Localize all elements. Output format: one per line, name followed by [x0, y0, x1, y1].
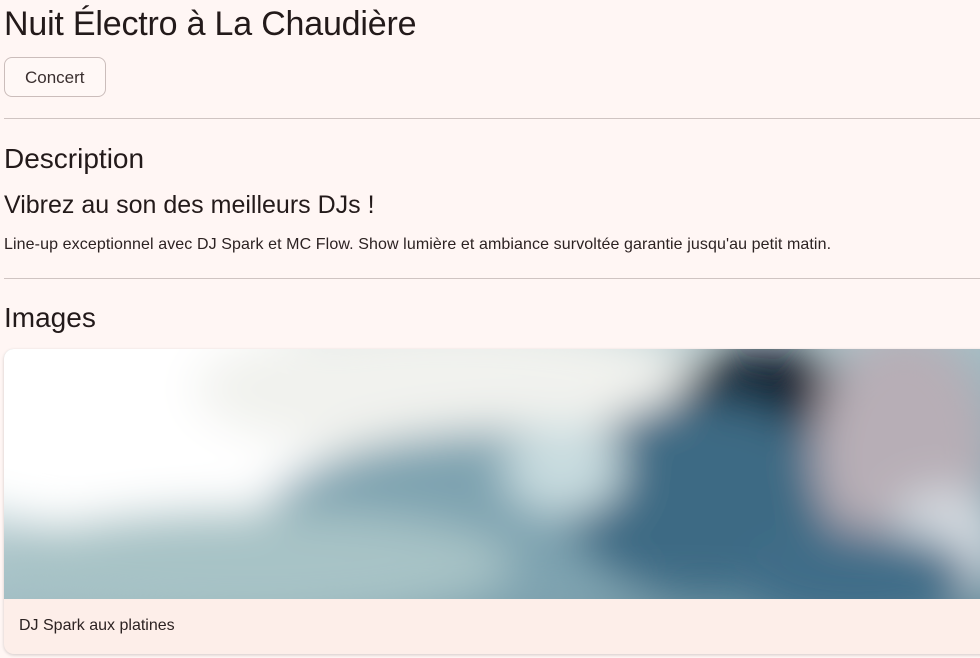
- image-caption: DJ Spark aux platines: [19, 617, 175, 634]
- blurred-photo-graphic: [4, 349, 980, 599]
- description-body: Line-up exceptionnel avec DJ Spark et MC…: [4, 236, 832, 253]
- category-chip[interactable]: Concert: [4, 57, 106, 97]
- divider: [4, 278, 980, 279]
- event-photo[interactable]: [4, 349, 980, 599]
- divider: [4, 118, 980, 119]
- page-title: Nuit Électro à La Chaudière: [4, 5, 417, 43]
- event-detail-page: Nuit Électro à La Chaudière Concert Desc…: [0, 0, 980, 658]
- images-heading: Images: [4, 302, 96, 333]
- description-heading: Description: [4, 143, 145, 174]
- description-subtitle: Vibrez au son des meilleurs DJs !: [4, 191, 375, 219]
- image-card[interactable]: DJ Spark aux platines: [4, 349, 980, 654]
